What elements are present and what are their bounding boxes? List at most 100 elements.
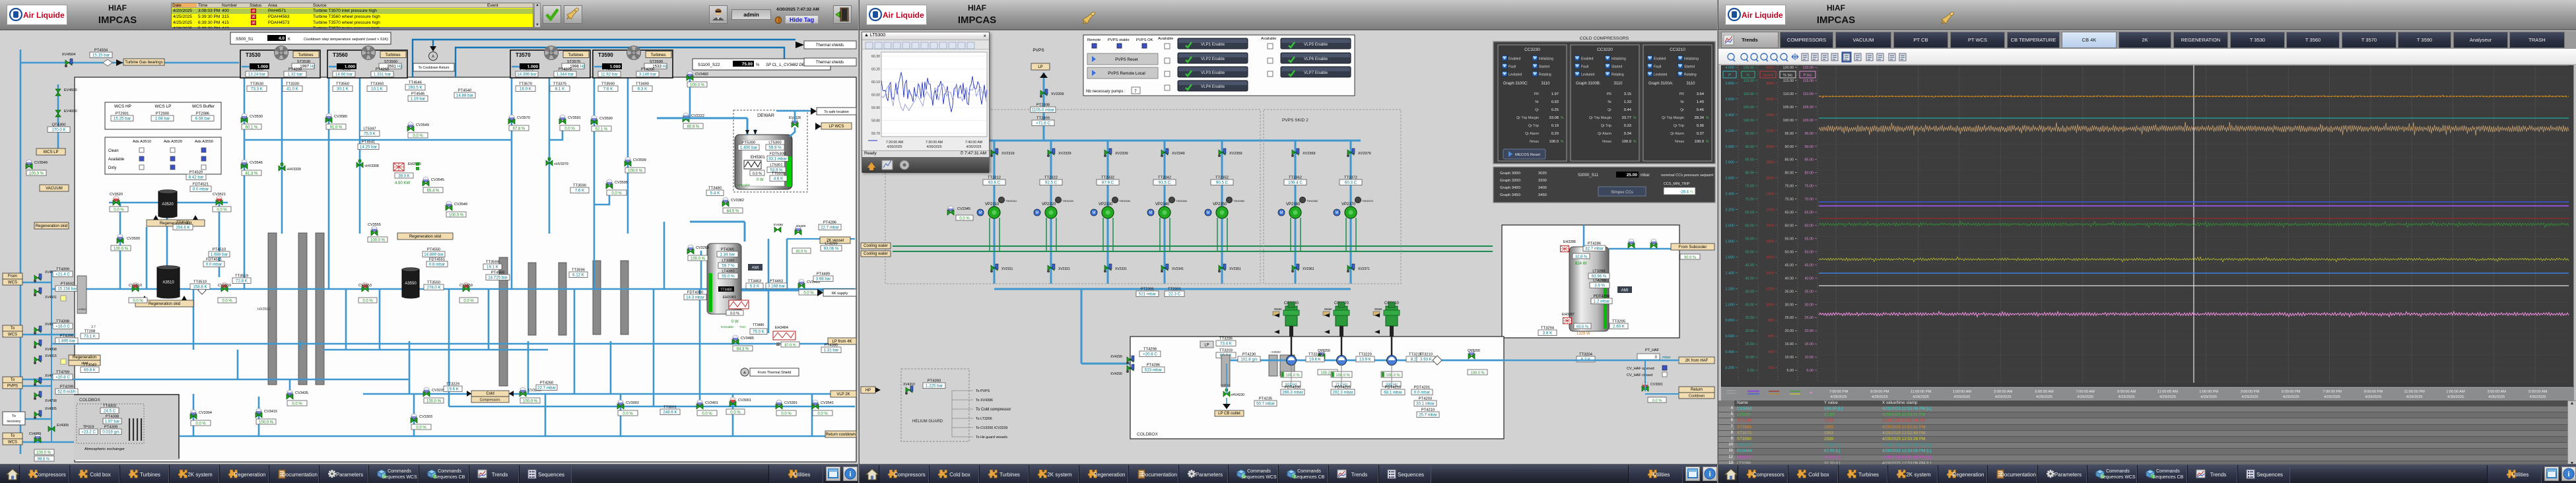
svg-text:CV3590: CV3590 (599, 117, 613, 121)
svg-text:0.0 %: 0.0 % (217, 209, 227, 212)
svg-text:AMI: AMI (1621, 289, 1629, 293)
svg-text:14.88 bar: 14.88 bar (456, 94, 473, 98)
svg-text:824 W: 824 W (1575, 262, 1587, 266)
svg-text:-X3501: -X3501 (78, 307, 87, 311)
svg-text:Qr Trip: Qr Trip (1674, 124, 1684, 128)
svg-text:0.0 %: 0.0 % (195, 422, 206, 426)
svg-text:VLP6 Enable: VLP6 Enable (1304, 57, 1328, 61)
svg-text:84.3 %: 84.3 % (737, 348, 749, 352)
svg-text:2400: 2400 (1766, 193, 1774, 197)
svg-text:Enabled: Enabled (1581, 57, 1594, 61)
svg-text:2000: 2000 (1766, 224, 1774, 228)
svg-text:0.0 %: 0.0 % (133, 300, 143, 304)
svg-text:1.34 bar: 1.34 bar (720, 253, 735, 257)
svg-text:Ads A3510: Ads A3510 (133, 140, 151, 144)
svg-text:Regeneration skid: Regeneration skid (409, 235, 441, 239)
svg-text:20.00: 20.00 (1805, 329, 1814, 333)
svg-text:CV3555: CV3555 (368, 223, 381, 227)
svg-text:EV4500: EV4500 (64, 88, 77, 92)
svg-text:Air Liquide: Air Liquide (1742, 11, 1783, 20)
svg-text:XV4504: XV4504 (62, 53, 76, 57)
svg-text:95.00: 95.00 (1746, 132, 1755, 136)
svg-text:T3560: T3560 (333, 52, 348, 58)
svg-text:4/30/2025: 4/30/2025 (2488, 395, 2505, 399)
svg-text:Qr Trip: Qr Trip (1601, 124, 1611, 128)
svg-text:CCS_MIN_TRIP: CCS_MIN_TRIP (1664, 182, 1690, 186)
svg-text:Rotating: Rotating (1611, 73, 1624, 77)
svg-text:5.00: 5.00 (1787, 369, 1794, 373)
svg-text:55.0 %: 55.0 % (722, 274, 735, 279)
svg-text:0 W: 0 W (731, 320, 739, 324)
svg-text:+HV3308: +HV3308 (364, 164, 379, 168)
svg-text:3.000: 3.000 (1726, 145, 1735, 149)
svg-text:30.00: 30.00 (1805, 303, 1814, 307)
svg-text:2K from HAF: 2K from HAF (1685, 359, 1709, 363)
svg-text:0.33: 0.33 (1624, 124, 1631, 128)
svg-text:~X3502: ~X3502 (1270, 350, 1281, 354)
svg-text:VP2330: VP2330 (1099, 203, 1113, 207)
svg-text:Speed: Speed (1763, 74, 1774, 78)
svg-text:Water: Water (1274, 307, 1282, 311)
svg-text:VLP4 Enable: VLP4 Enable (1201, 84, 1225, 89)
svg-text:35.00: 35.00 (1785, 290, 1794, 294)
svg-text:84.5 %: 84.5 % (727, 210, 739, 214)
svg-text:15.00: 15.00 (1805, 342, 1814, 346)
svg-text:0.200: 0.200 (1726, 366, 1735, 370)
svg-text:100.0 %: 100.0 % (1470, 371, 1484, 375)
svg-text:PT4385: PT4385 (825, 344, 838, 348)
svg-text:70.00: 70.00 (1785, 198, 1794, 202)
svg-text:PT4570: PT4570 (520, 68, 533, 72)
svg-text:1.600: 1.600 (1726, 255, 1735, 259)
svg-text:A: A (743, 371, 746, 375)
svg-text:60.00: 60.00 (1746, 224, 1755, 228)
svg-text:Nmax: Nmax (1675, 140, 1684, 144)
svg-text:14.889 bar: 14.889 bar (424, 253, 444, 257)
svg-text:0.0 %: 0.0 % (1652, 399, 1662, 403)
svg-text:LP WCS: LP WCS (829, 125, 844, 129)
svg-text:+21.4 C: +21.4 C (55, 273, 70, 277)
svg-text:Compressors: Compressors (480, 399, 500, 402)
svg-text:3.168 bar: 3.168 bar (768, 284, 785, 289)
svg-text:Regeneration skid: Regeneration skid (149, 302, 180, 306)
svg-text:Graph 3100C:: Graph 3100C: (1503, 82, 1528, 86)
svg-text:% bis: % bis (1783, 74, 1792, 78)
svg-text:1400: 1400 (1766, 271, 1774, 275)
svg-text:600: 600 (1768, 335, 1774, 338)
svg-text:115.00: 115.00 (1783, 79, 1794, 83)
svg-text:PR: PR (1534, 92, 1540, 96)
svg-text:Nmax: Nmax (1602, 140, 1611, 144)
svg-text:Initializing: Initializing (1539, 57, 1553, 61)
svg-text:Graph 3100B:: Graph 3100B: (1576, 82, 1601, 86)
svg-text:106.4 C: 106.4 C (1288, 181, 1303, 185)
svg-text:523 mbar: 523 mbar (1145, 368, 1162, 373)
svg-text:XV2369: XV2369 (1303, 152, 1316, 156)
svg-text:VLP7 Enable: VLP7 Enable (1304, 71, 1328, 75)
svg-text:0.0 mbar: 0.0 mbar (1414, 391, 1430, 395)
svg-text:70.00: 70.00 (1805, 198, 1814, 202)
svg-text:To: To (11, 434, 15, 438)
svg-text:0.0 %: 0.0 % (611, 192, 622, 196)
svg-text:65.5 %: 65.5 % (1576, 325, 1588, 329)
svg-text:0.400: 0.400 (1726, 350, 1735, 354)
svg-text:S500_S1: S500_S1 (236, 37, 254, 42)
svg-text:39.0 K: 39.0 K (398, 175, 409, 179)
svg-text:3110: 3110 (1614, 82, 1623, 86)
svg-text:Turbines: Turbines (568, 53, 583, 57)
svg-text:8.42 bar: 8.42 bar (189, 176, 204, 180)
svg-text:11:00:00 PM: 11:00:00 PM (1911, 390, 1932, 394)
svg-text:Nr: Nr (1608, 100, 1611, 104)
svg-text:80.00: 80.00 (1746, 172, 1755, 176)
svg-text:PT4200: PT4200 (288, 68, 302, 72)
svg-text:7:30:00 AM: 7:30:00 AM (926, 141, 943, 145)
svg-text:1.331 bar: 1.331 bar (374, 73, 391, 77)
svg-text:4/30/2025: 4/30/2025 (2447, 395, 2464, 399)
svg-text:9:00:00 PM: 9:00:00 PM (2364, 390, 2383, 394)
svg-text:VP2360: VP2360 (1286, 203, 1301, 207)
svg-text:100.0 %: 100.0 % (523, 400, 538, 404)
svg-text:35.00: 35.00 (1805, 290, 1814, 294)
svg-text:1.08 bar: 1.08 bar (155, 117, 170, 121)
svg-text:PT4393: PT4393 (928, 379, 941, 383)
svg-text:20.00: 20.00 (1785, 329, 1794, 333)
svg-text:1:00:00 AM: 1:00:00 AM (1953, 390, 1972, 394)
svg-text:0.20: 0.20 (1551, 132, 1559, 136)
